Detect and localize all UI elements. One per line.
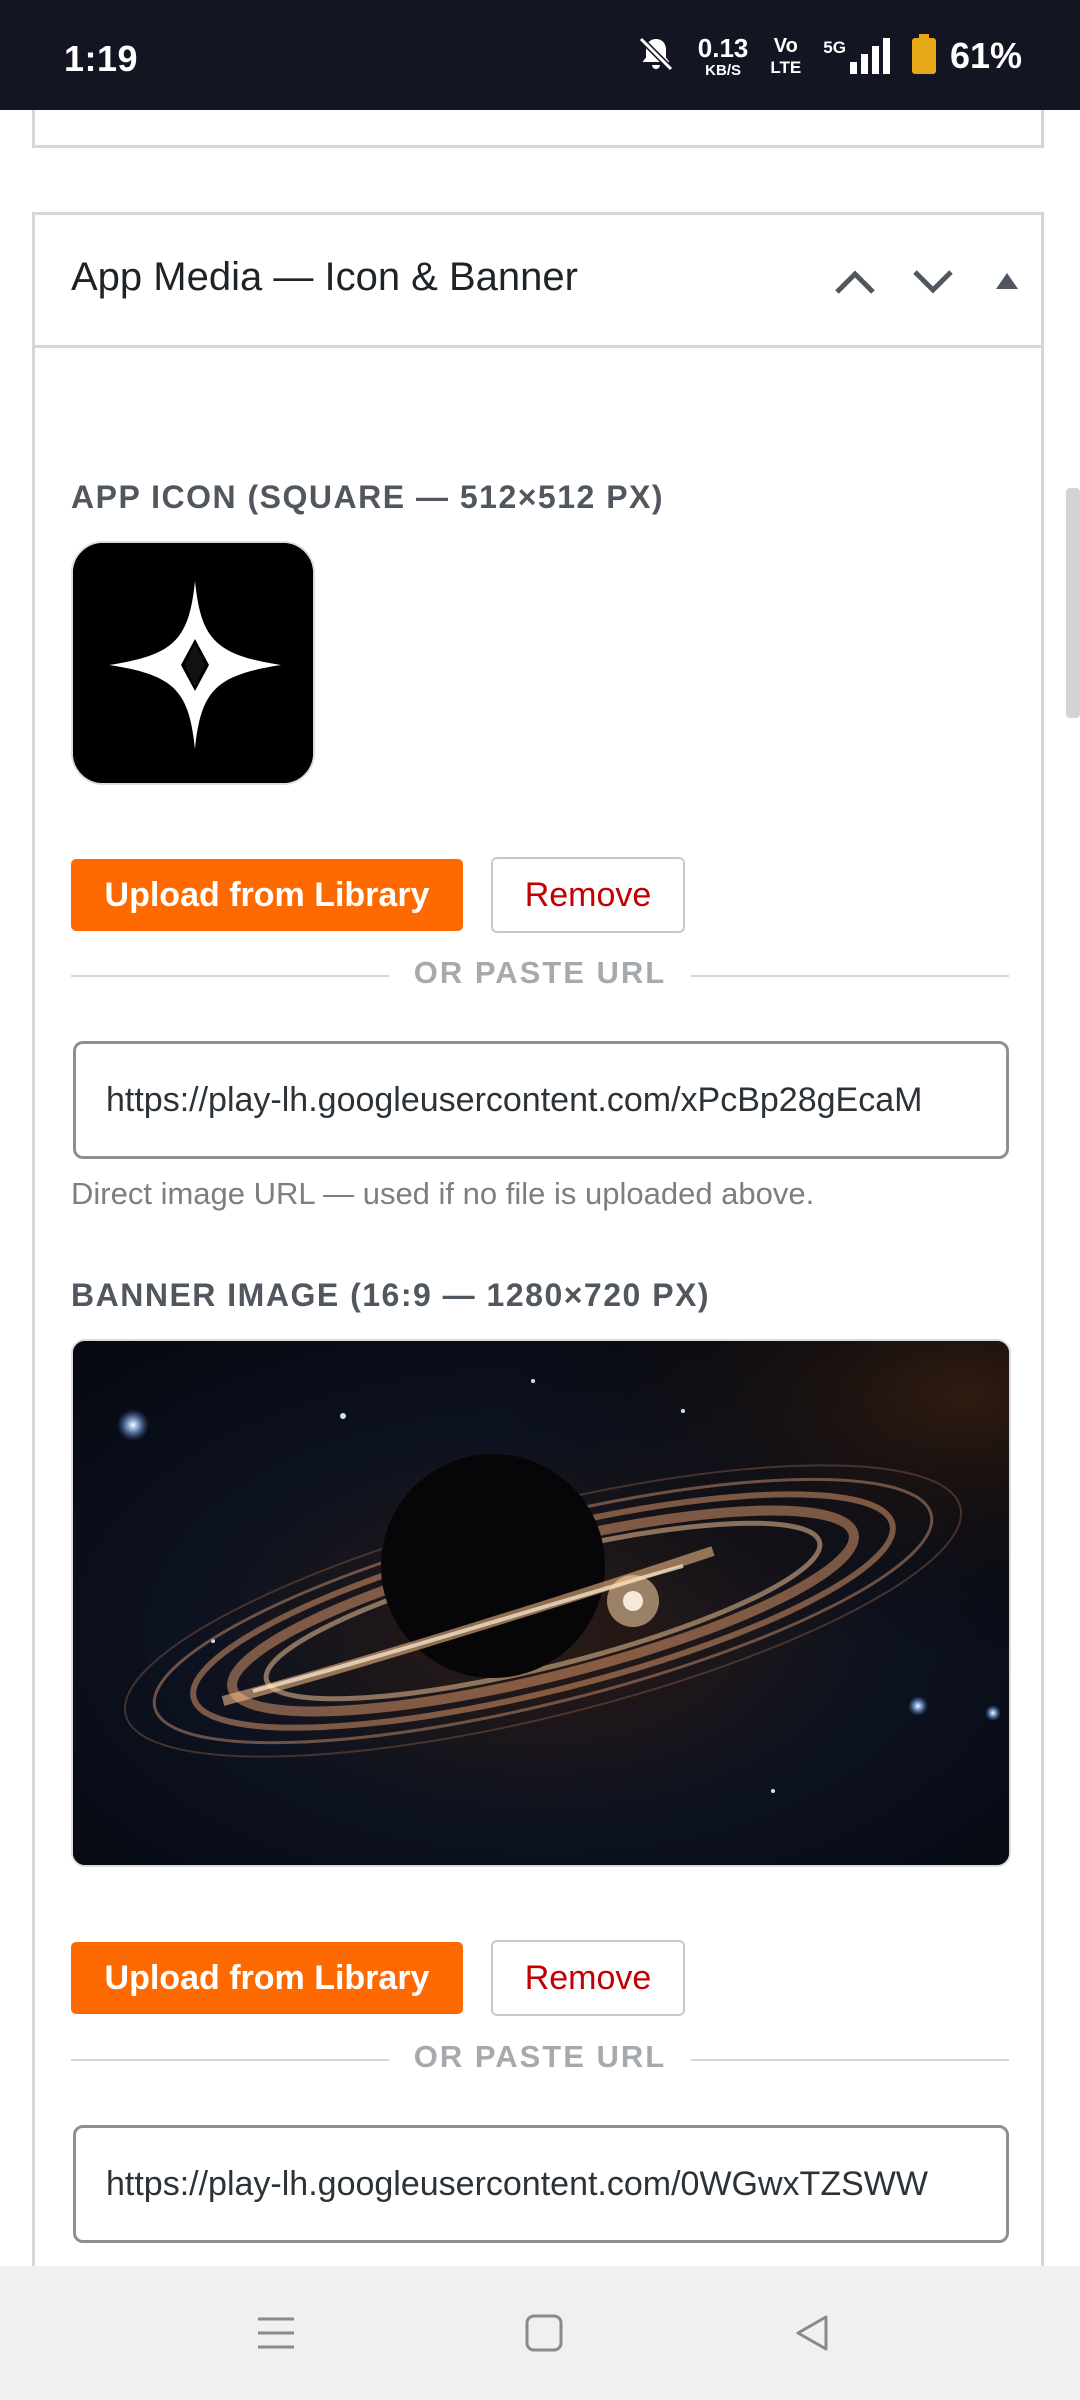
card-title: App Media — Icon & Banner — [71, 255, 578, 299]
app-icon-label: APP ICON (SQUARE — 512×512 PX) — [71, 479, 665, 515]
banner-label: BANNER IMAGE (16:9 — 1280×720 PX) — [71, 1277, 711, 1313]
banner-divider: OR PASTE URL — [71, 2039, 1009, 2079]
back-button[interactable] — [772, 2298, 852, 2368]
bell-muted-icon — [636, 34, 676, 79]
app-icon-divider: OR PASTE URL — [71, 955, 1009, 995]
status-bar: 1:19 0.13 KB/S Vo LTE 5G 61% — [0, 0, 1080, 110]
signal-icon: 5G — [823, 38, 890, 74]
banner-image-preview — [71, 1339, 1011, 1867]
star-logo-icon — [73, 543, 313, 783]
banner-url-input[interactable] — [73, 2125, 1009, 2243]
collapse-button[interactable] — [977, 249, 1037, 313]
collapse-triangle-icon — [996, 273, 1018, 289]
previous-card — [32, 110, 1044, 148]
status-icons: 0.13 KB/S Vo LTE 5G 61% — [636, 32, 1022, 80]
app-icon-upload-button[interactable]: Upload from Library — [71, 859, 463, 931]
chevron-down-icon — [913, 270, 953, 294]
network-type: 5G — [823, 38, 846, 57]
volte-bottom: LTE — [770, 58, 802, 77]
app-icon-divider-text: OR PASTE URL — [413, 955, 667, 990]
battery-percent: 61% — [949, 35, 1022, 76]
home-square-icon — [525, 2314, 563, 2352]
home-button[interactable] — [504, 2298, 584, 2368]
volte-indicator: Vo LTE — [770, 36, 801, 76]
banner-upload-button[interactable]: Upload from Library — [71, 1942, 463, 2014]
app-icon-help-text: Direct image URL — used if no file is up… — [71, 1176, 815, 1211]
banner-help-text: Direct image URL (16:9 recommended) — us… — [71, 2255, 971, 2266]
volte-top: Vo — [773, 35, 798, 57]
battery-icon — [911, 33, 936, 79]
move-down-button[interactable] — [903, 249, 963, 313]
net-speed-unit: KB/S — [705, 61, 741, 79]
galaxy-banner-image — [73, 1341, 1009, 1865]
menu-icon — [258, 2317, 294, 2349]
net-speed-value: 0.13 — [697, 32, 749, 63]
recent-apps-button[interactable] — [236, 2298, 316, 2368]
status-time: 1:19 — [64, 38, 139, 79]
app-icon-preview — [71, 541, 315, 785]
app-icon-url-input[interactable] — [73, 1041, 1009, 1159]
app-media-card: App Media — Icon & Banner APP ICON (SQUA… — [32, 212, 1044, 2266]
system-nav-bar — [0, 2266, 1080, 2400]
back-triangle-icon — [796, 2315, 828, 2351]
scrollbar-thumb[interactable] — [1066, 488, 1080, 718]
page-content: App Media — Icon & Banner APP ICON (SQUA… — [0, 110, 1080, 2266]
chevron-up-icon — [835, 270, 875, 294]
app-icon-remove-button[interactable]: Remove — [491, 857, 685, 933]
move-up-button[interactable] — [825, 249, 885, 313]
banner-divider-text: OR PASTE URL — [413, 2039, 667, 2074]
net-speed: 0.13 KB/S — [698, 35, 749, 78]
banner-remove-button[interactable]: Remove — [491, 1940, 685, 2016]
card-header: App Media — Icon & Banner — [35, 215, 1041, 348]
